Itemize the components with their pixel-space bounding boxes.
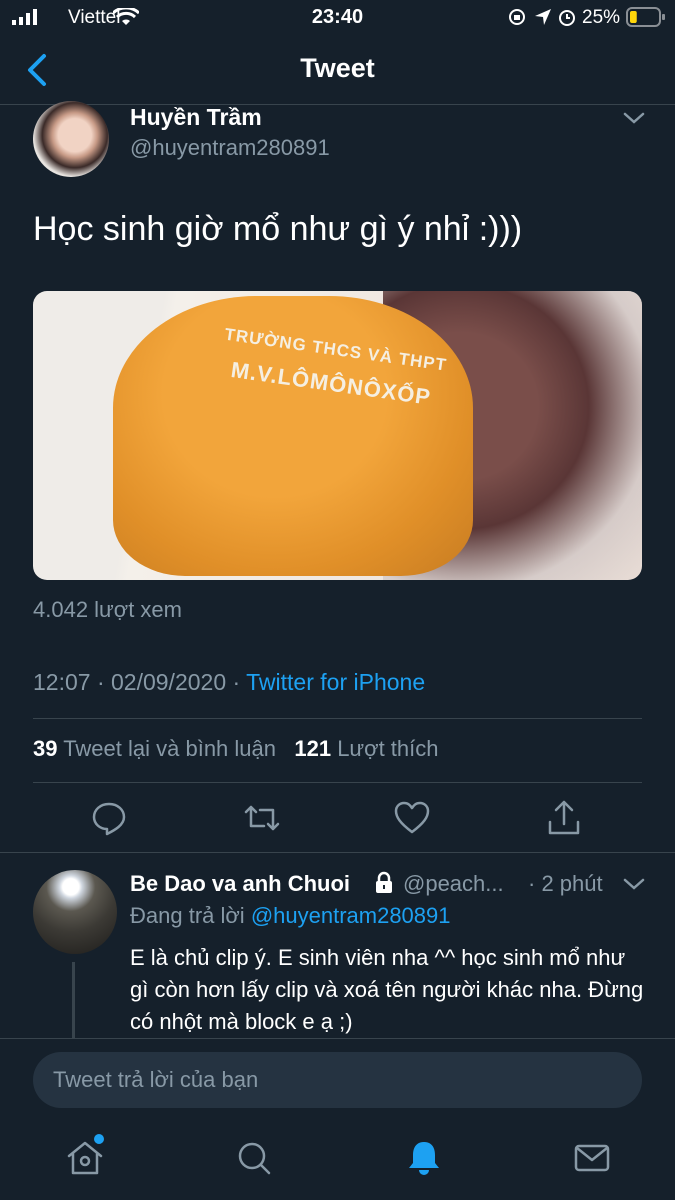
reply-text: E là chủ clip ý. E sinh viên nha ^^ học … [130, 945, 644, 1034]
author-name[interactable]: Huyền Trầm [130, 104, 262, 131]
view-count: 4.042 lượt xem [33, 597, 182, 622]
reply-time: · 2 phút [528, 871, 603, 896]
replying-label: Đang trả lời [130, 903, 251, 928]
notifications-icon[interactable] [404, 1138, 444, 1178]
orientation-lock-icon [509, 9, 525, 25]
reply-author-avatar[interactable] [33, 870, 117, 954]
retweet-label[interactable]: Tweet lại và bình luận [57, 736, 276, 761]
reply-icon[interactable] [89, 798, 129, 838]
tab-bar [0, 1124, 675, 1200]
lock-icon [376, 871, 392, 893]
author-handle[interactable]: @huyentram280891 [130, 135, 330, 161]
like-count[interactable]: 121 [294, 736, 331, 761]
home-icon[interactable] [65, 1138, 105, 1178]
tweet-source-link[interactable]: Twitter for iPhone [246, 669, 425, 695]
tweet-time: 12:07 · 02/09/2020 · [33, 669, 247, 695]
like-icon[interactable] [392, 798, 432, 838]
tweet-stats: 39 Tweet lại và bình luận 121 Lượt thích [33, 736, 439, 762]
alarm-icon [559, 10, 575, 26]
nav-bar: Tweet [0, 36, 675, 105]
divider [0, 852, 675, 853]
page-title: Tweet [300, 53, 375, 83]
chevron-down-icon[interactable] [622, 874, 646, 894]
like-label[interactable]: Lượt thích [331, 736, 438, 761]
notification-dot [94, 1134, 104, 1144]
retweet-icon[interactable] [242, 798, 282, 838]
retweet-count[interactable]: 39 [33, 736, 57, 761]
share-icon[interactable] [544, 798, 584, 838]
replying-mention-link[interactable]: @huyentram280891 [251, 903, 451, 928]
battery-icon [626, 7, 665, 27]
location-icon [535, 9, 551, 25]
search-icon[interactable] [234, 1138, 274, 1178]
messages-icon[interactable] [572, 1138, 612, 1178]
battery-percent: 25% [582, 7, 621, 28]
reply-input-placeholder: Tweet trả lời của bạn [53, 1067, 259, 1092]
reply-input[interactable]: Tweet trả lời của bạn [33, 1052, 642, 1108]
tweet-text: Học sinh giờ mổ như gì ý nhỉ :))) [33, 210, 523, 248]
reply-author-handle[interactable]: @peach... [403, 871, 504, 897]
thread-line [72, 962, 75, 1042]
chevron-down-icon[interactable] [622, 108, 646, 128]
tweet-media[interactable]: TRƯỜNG THCS VÀ THPT M.V.LÔMÔNÔXỐP [33, 291, 642, 580]
author-avatar[interactable] [33, 101, 109, 177]
divider [33, 782, 642, 783]
reply-author-name[interactable]: Be Dao va anh Chuoi [130, 871, 350, 897]
tweet-timestamp: 12:07 · 02/09/2020 · Twitter for iPhone [33, 669, 425, 696]
divider [33, 718, 642, 719]
status-bar: Viettel 23:40 25% [0, 0, 675, 36]
replying-to: Đang trả lời @huyentram280891 [130, 903, 451, 929]
